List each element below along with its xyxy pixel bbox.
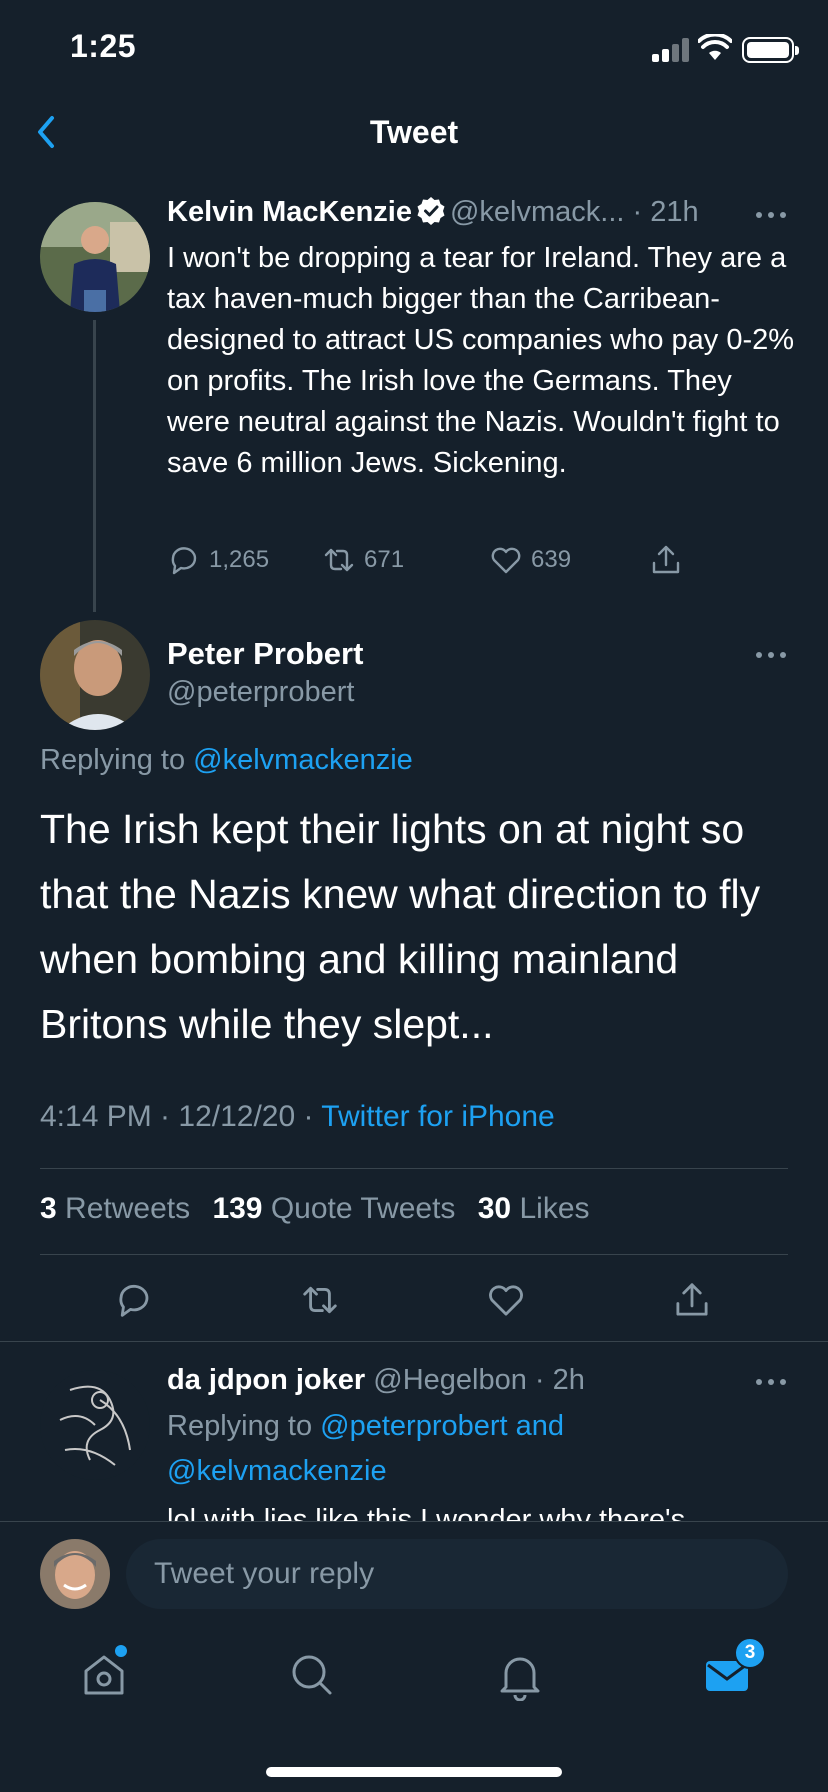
verified-badge-icon (417, 197, 445, 225)
tweet-time: 2h (552, 1364, 585, 1396)
retweet-icon[interactable] (300, 1280, 340, 1320)
more-options-icon[interactable] (756, 1377, 792, 1387)
tweet-time: 21h (650, 196, 699, 228)
wifi-icon (698, 34, 732, 60)
tweet-text: I won't be dropping a tear for Ireland. … (167, 242, 795, 479)
replying-to-link[interactable]: @kelvmackenzie (167, 1455, 387, 1488)
replying-to-link[interactable]: @kelvmackenzie (193, 744, 413, 776)
divider (40, 1254, 788, 1255)
avatar-current-user[interactable] (40, 1539, 110, 1609)
author-handle[interactable]: @peterprobert (167, 676, 354, 709)
share-button[interactable] (649, 540, 683, 580)
heart-icon[interactable] (486, 1280, 526, 1320)
share-icon[interactable] (672, 1280, 712, 1320)
retweet-count: 671 (364, 546, 405, 573)
avatar-kelvin-mackenzie[interactable] (40, 202, 150, 312)
author-name[interactable]: da jdpon joker (167, 1364, 365, 1396)
battery-icon (742, 37, 799, 63)
page-title: Tweet (369, 114, 459, 150)
retweet-icon (324, 548, 354, 572)
reply-count: 1,265 (209, 546, 270, 573)
avatar-peter-probert[interactable] (40, 620, 150, 730)
reply-icon (171, 547, 197, 575)
more-options-icon[interactable] (756, 210, 792, 220)
author-handle[interactable]: @Hegelbon (373, 1364, 527, 1396)
tweet-timestamp: 4:14 PM · 12/12/20 · Twitter for iPhone (40, 1100, 555, 1133)
tweet-text-clipped: lol with lies like this I wonder why the… (167, 1500, 807, 1522)
avatar-da-jdpon-joker[interactable] (40, 1370, 150, 1480)
status-time: 1:25 (70, 28, 137, 64)
retweets-stat[interactable]: 3 Retweets (40, 1192, 190, 1225)
author-name[interactable]: Kelvin MacKenzie (167, 196, 412, 228)
author-name[interactable]: Peter Probert (167, 636, 363, 672)
cellular-signal-icon (652, 38, 692, 62)
reply-composer (0, 1521, 828, 1621)
tweet-text: lol with lies like this I wonder why the… (167, 1504, 686, 1522)
home-indicator (266, 1767, 562, 1777)
home-notification-dot (115, 1645, 127, 1657)
tweet-header: Kelvin MacKenzie @kelvmack... · 21h (167, 196, 699, 228)
replying-to-link[interactable]: @peterprobert and (320, 1410, 564, 1442)
messages-badge: 3 (734, 1637, 766, 1669)
like-button[interactable]: 639 (489, 540, 571, 580)
tweet-header: da jdpon joker @Hegelbon · 2h (167, 1364, 585, 1396)
nav-header: Tweet (0, 100, 828, 166)
reply-input[interactable] (126, 1539, 788, 1609)
like-count: 639 (531, 546, 572, 573)
divider (0, 1341, 828, 1342)
replying-to: Replying to @kelvmackenzie (40, 744, 413, 776)
share-icon (652, 545, 680, 574)
thread-connector-line (93, 320, 96, 612)
author-handle[interactable]: @kelvmack... (450, 196, 624, 228)
status-bar: 1:25 (0, 0, 828, 100)
divider (40, 1168, 788, 1169)
tweet-text: The Irish kept their lights on at night … (40, 806, 761, 1047)
more-options-icon[interactable] (756, 650, 792, 660)
search-icon[interactable] (286, 1649, 338, 1701)
reply-icon[interactable] (114, 1280, 154, 1320)
tweet-stats: 3 Retweets 139 Quote Tweets 30 Likes (40, 1192, 590, 1226)
reply-button[interactable]: 1,265 (167, 540, 269, 580)
heart-icon (491, 547, 521, 574)
tweet-action-bar (0, 1280, 828, 1330)
tweet-source-link[interactable]: Twitter for iPhone (321, 1100, 554, 1133)
likes-stat[interactable]: 30 Likes (478, 1192, 590, 1225)
replying-to: Replying to @peterprobert and (167, 1410, 565, 1442)
notifications-bell-icon[interactable] (494, 1649, 546, 1701)
quote-tweets-stat[interactable]: 139 Quote Tweets (212, 1192, 455, 1225)
tweet-actions: 1,265 671 639 (167, 540, 727, 580)
retweet-button[interactable]: 671 (322, 540, 404, 580)
